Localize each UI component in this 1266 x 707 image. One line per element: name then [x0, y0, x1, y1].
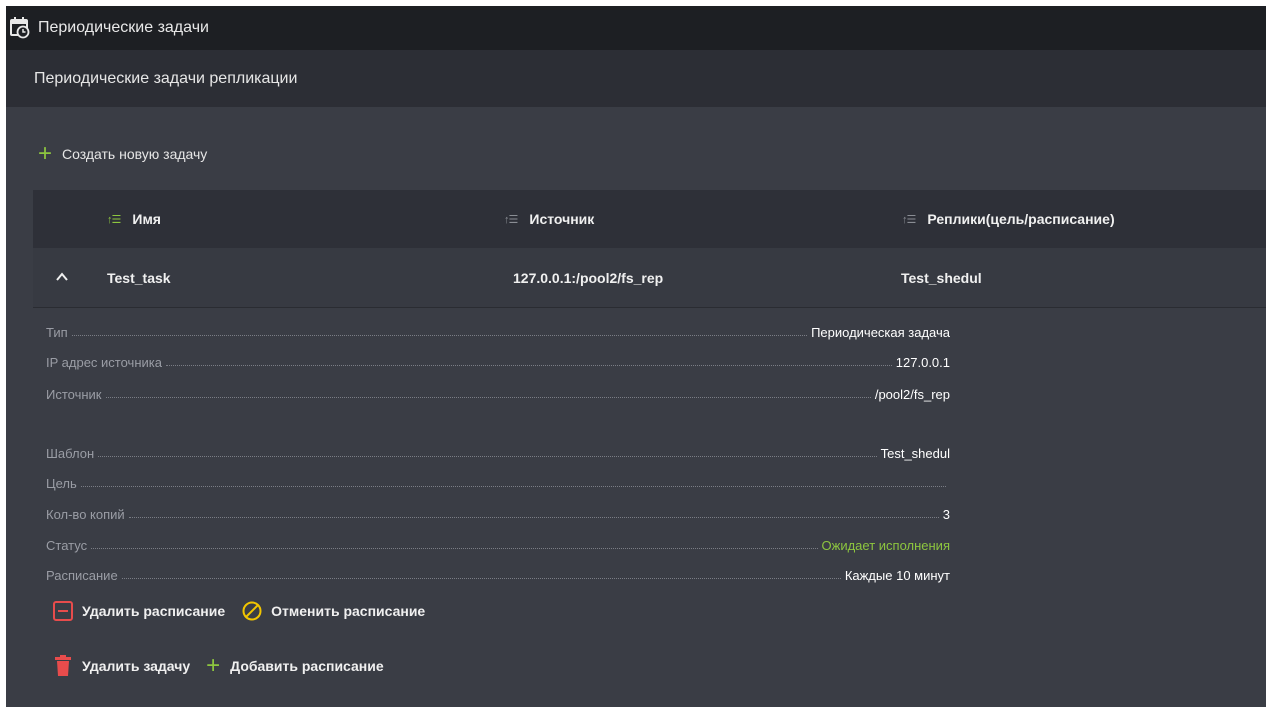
column-label: Реплики(цель/расписание): [927, 211, 1115, 227]
delete-schedule-button[interactable]: Удалить расписание: [52, 600, 225, 622]
minus-square-icon: [53, 601, 73, 621]
detail-leader: [128, 517, 939, 518]
detail-leader: [98, 456, 877, 457]
title-bar: Периодические задачи: [6, 6, 1266, 50]
detail-value: 127.0.0.1: [895, 355, 950, 370]
window-title: Периодические задачи: [38, 19, 209, 36]
detail-key: Цель: [46, 476, 77, 491]
table-header: ↑☰ Имя ↑☰ Источник ↑☰ Реплики(цель/распи…: [33, 190, 1266, 248]
table-row[interactable]: Test_task 127.0.0.1:/pool2/fs_rep Test_s…: [33, 248, 1266, 308]
detail-key: Источник: [46, 387, 102, 402]
detail-row-copies: Кол-во копий 3: [46, 500, 950, 522]
detail-key: Кол-во копий: [46, 507, 125, 522]
detail-leader: [71, 335, 808, 336]
section-header: Периодические задачи репликации: [6, 50, 1266, 107]
task-replicas-cell: Test_shedul: [901, 270, 982, 286]
detail-row-type: Тип Периодическая задача: [46, 318, 950, 340]
column-header-source[interactable]: ↑☰ Источник: [504, 190, 594, 248]
detail-leader: [121, 578, 841, 579]
task-source-cell: 127.0.0.1:/pool2/fs_rep: [513, 270, 664, 286]
add-schedule-label: Добавить расписание: [230, 658, 384, 674]
column-label: Источник: [529, 211, 595, 227]
delete-schedule-label: Удалить расписание: [82, 603, 226, 619]
detail-row-target: Цель: [46, 469, 950, 491]
plus-icon: +: [38, 140, 53, 167]
detail-key: Расписание: [46, 568, 118, 583]
create-task-label: Создать новую задачу: [62, 146, 208, 162]
calendar-clock-icon: [10, 17, 30, 39]
detail-value: 3: [942, 507, 950, 522]
detail-leader: [80, 486, 946, 487]
column-label: Имя: [132, 211, 161, 227]
detail-leader: [105, 397, 871, 398]
delete-task-label: Удалить задачу: [82, 658, 191, 674]
schedule-actions: Удалить расписание Отменить расписание: [52, 600, 441, 622]
sort-icon: ↑☰: [107, 213, 121, 226]
detail-key: Тип: [46, 325, 68, 340]
detail-leader: [165, 365, 892, 366]
detail-key: Шаблон: [46, 446, 95, 461]
detail-value: /pool2/fs_rep: [874, 387, 950, 402]
detail-key: IP адрес источника: [46, 355, 162, 370]
trash-icon: [55, 655, 71, 676]
column-header-replicas[interactable]: ↑☰ Реплики(цель/расписание): [902, 190, 1115, 248]
detail-row-template: Шаблон Test_shedul: [46, 439, 950, 461]
sort-icon: ↑☰: [902, 213, 916, 226]
create-task-button[interactable]: + Создать новую задачу: [38, 140, 208, 167]
cancel-circle-icon: [242, 601, 262, 621]
add-schedule-button[interactable]: + Добавить расписание: [206, 652, 384, 679]
detail-row-source-ip: IP адрес источника 127.0.0.1: [46, 348, 950, 370]
status-value: Ожидает исполнения: [821, 538, 950, 553]
app-window: Периодические задачи Периодические задач…: [6, 6, 1266, 707]
cancel-schedule-label: Отменить расписание: [271, 603, 426, 619]
detail-value: Периодическая задача: [811, 325, 950, 340]
cancel-schedule-button[interactable]: Отменить расписание: [241, 600, 425, 622]
delete-task-button[interactable]: Удалить задачу: [52, 654, 190, 678]
detail-leader: [91, 548, 818, 549]
column-header-name[interactable]: ↑☰ Имя: [107, 190, 161, 248]
detail-row-source: Источник /pool2/fs_rep: [46, 380, 950, 402]
detail-row-status: Статус Ожидает исполнения: [46, 531, 950, 553]
task-actions: Удалить задачу + Добавить расписание: [52, 654, 400, 678]
plus-icon: +: [206, 652, 221, 679]
detail-key: Статус: [46, 538, 88, 553]
detail-value: Test_shedul: [880, 446, 950, 461]
detail-row-schedule: Расписание Каждые 10 минут: [46, 561, 950, 583]
sort-icon: ↑☰: [504, 213, 518, 226]
section-title: Периодические задачи репликации: [34, 69, 298, 87]
chevron-up-icon[interactable]: [55, 270, 69, 284]
detail-value: Каждые 10 минут: [844, 568, 950, 583]
task-name-cell: Test_task: [107, 270, 171, 286]
